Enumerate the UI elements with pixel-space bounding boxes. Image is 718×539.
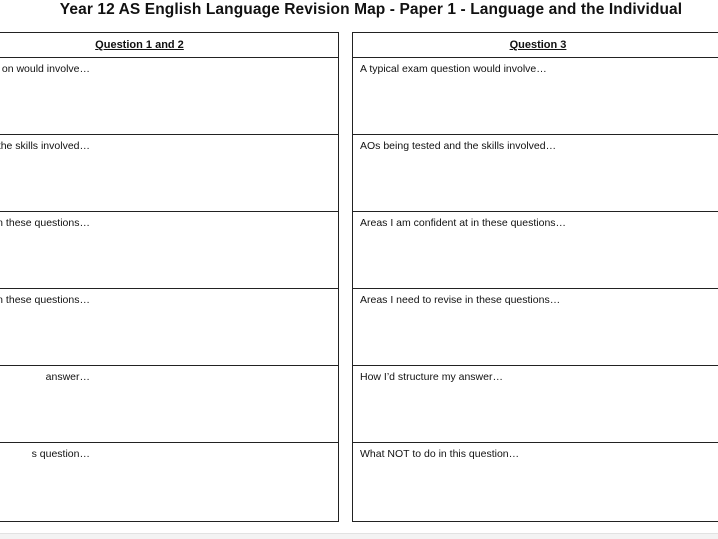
right-prompt-structure-answer: How I’d structure my answer…	[360, 371, 503, 383]
left-cell-revise-areas: in these questions…	[0, 289, 338, 366]
question-1-and-2-header: Question 1 and 2	[0, 33, 338, 58]
bottom-scroll-strip	[0, 533, 718, 539]
right-prompt-revise-areas: Areas I need to revise in these question…	[360, 294, 561, 306]
right-cell-confident-areas: Areas I am confident at in these questio…	[353, 212, 718, 289]
left-prompt-exam-question: on would involve…	[1, 63, 90, 75]
left-prompt-structure-answer: answer…	[45, 371, 90, 383]
left-cell-aos-skills: the skills involved…	[0, 135, 338, 212]
question-3-table: Question 3 A typical exam question would…	[352, 32, 718, 522]
left-prompt-what-not-to-do: s question…	[31, 448, 90, 460]
left-prompt-confident-areas: at in these questions…	[0, 217, 90, 229]
left-cell-what-not-to-do: s question…	[0, 443, 338, 520]
right-cell-exam-question: A typical exam question would involve…	[353, 58, 718, 135]
question-1-and-2-table: Question 1 and 2 on would involve… the s…	[0, 32, 339, 522]
left-prompt-aos-skills: the skills involved…	[0, 140, 90, 152]
left-prompt-revise-areas: in these questions…	[0, 294, 90, 306]
right-prompt-what-not-to-do: What NOT to do in this question…	[360, 448, 520, 460]
left-cell-confident-areas: at in these questions…	[0, 212, 338, 289]
left-cell-structure-answer: answer…	[0, 366, 338, 443]
question-3-header: Question 3	[353, 33, 718, 58]
left-cell-exam-question: on would involve…	[0, 58, 338, 135]
right-cell-structure-answer: How I’d structure my answer…	[353, 366, 718, 443]
right-cell-aos-skills: AOs being tested and the skills involved…	[353, 135, 718, 212]
right-cell-revise-areas: Areas I need to revise in these question…	[353, 289, 718, 366]
revision-map-page: Year 12 AS English Language Revision Map…	[0, 0, 718, 539]
right-prompt-exam-question: A typical exam question would involve…	[360, 63, 547, 75]
right-prompt-confident-areas: Areas I am confident at in these questio…	[360, 217, 567, 229]
page-title: Year 12 AS English Language Revision Map…	[59, 1, 683, 18]
right-prompt-aos-skills: AOs being tested and the skills involved…	[360, 140, 557, 152]
right-cell-what-not-to-do: What NOT to do in this question…	[353, 443, 718, 520]
